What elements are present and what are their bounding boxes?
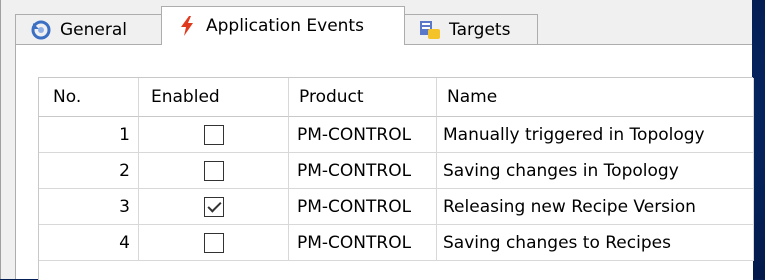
enabled-checkbox[interactable] <box>203 160 224 181</box>
cell-product: PM-CONTROL <box>289 117 437 153</box>
tab-bar: General Application Events Targets <box>1 0 752 45</box>
cell-name: Saving changes to Recipes <box>437 225 754 261</box>
cell-no: 2 <box>39 153 139 189</box>
table-header: No. Enabled Product Name <box>39 78 754 117</box>
column-header-no[interactable]: No. <box>39 78 139 117</box>
cell-name: Manually triggered in Topology <box>437 117 754 153</box>
tab-application-events[interactable]: Application Events <box>161 6 405 45</box>
cell-product: PM-CONTROL <box>289 189 437 225</box>
tab-general[interactable]: General <box>15 14 163 44</box>
cell-name: Saving changes in Topology <box>437 153 754 189</box>
lightning-icon <box>176 15 198 37</box>
enabled-checkbox[interactable] <box>203 232 224 253</box>
enabled-checkbox[interactable] <box>203 196 224 217</box>
table-row[interactable]: 4 PM-CONTROL Saving changes to Recipes <box>39 225 754 261</box>
enabled-checkbox[interactable] <box>203 124 224 145</box>
column-header-name[interactable]: Name <box>437 78 754 117</box>
cell-enabled <box>139 225 289 261</box>
table-row[interactable]: 3 PM-CONTROL Releasing new Recipe Versio… <box>39 189 754 225</box>
tab-general-label: General <box>60 19 127 40</box>
tab-application-events-label: Application Events <box>206 16 364 36</box>
tab-targets-label: Targets <box>449 19 511 40</box>
column-header-product[interactable]: Product <box>289 78 437 117</box>
table-row[interactable]: 2 PM-CONTROL Saving changes in Topology <box>39 153 754 189</box>
cell-no: 3 <box>39 189 139 225</box>
cell-product: PM-CONTROL <box>289 225 437 261</box>
app-window: General Application Events Targets No. E… <box>0 0 754 280</box>
cell-product: PM-CONTROL <box>289 153 437 189</box>
application-events-panel: No. Enabled Product Name 1 PM-CONTROL Ma… <box>15 44 754 280</box>
column-header-enabled[interactable]: Enabled <box>139 78 289 117</box>
cell-name: Releasing new Recipe Version <box>437 189 754 225</box>
refresh-icon <box>30 19 52 41</box>
events-table: No. Enabled Product Name 1 PM-CONTROL Ma… <box>38 77 754 280</box>
targets-icon <box>419 19 441 41</box>
cell-no: 1 <box>39 117 139 153</box>
tab-targets[interactable]: Targets <box>404 14 538 44</box>
cell-no: 4 <box>39 225 139 261</box>
table-row[interactable]: 1 PM-CONTROL Manually triggered in Topol… <box>39 117 754 153</box>
cell-enabled <box>139 189 289 225</box>
cell-enabled <box>139 153 289 189</box>
cell-enabled <box>139 117 289 153</box>
